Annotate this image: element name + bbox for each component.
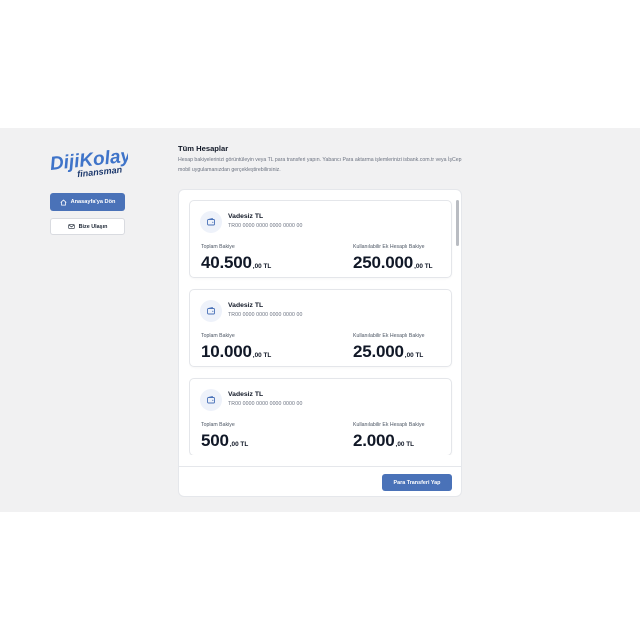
home-icon (60, 199, 67, 206)
balance-decimal: ,00 TL (252, 352, 272, 359)
panel-divider (179, 466, 461, 467)
credit-amount: 25.000,00 TL (353, 342, 423, 362)
credit-label: Kullanılabilir Ek Hesaplı Bakiye (353, 333, 425, 339)
credit-amount: 250.000,00 TL (353, 253, 433, 273)
account-card[interactable]: Vadesiz TL TR00 0000 0000 0000 0000 00 T… (189, 378, 452, 455)
page-description: Hesap bakiyelerinizi görüntüleyin veya T… (178, 157, 462, 173)
balance-decimal: ,00 TL (229, 441, 249, 448)
contact-button[interactable]: Bize Ulaşın (50, 218, 125, 235)
account-name: Vadesiz TL (228, 213, 264, 220)
account-iban: TR00 0000 0000 0000 0000 00 (228, 312, 303, 318)
account-iban: TR00 0000 0000 0000 0000 00 (228, 223, 303, 229)
account-name: Vadesiz TL (228, 391, 264, 398)
credit-decimal: ,00 TL (414, 263, 433, 270)
credit-integer: 25.000 (353, 342, 404, 361)
credit-decimal: ,00 TL (404, 352, 424, 359)
wallet-icon (200, 300, 222, 322)
accounts-panel: Vadesiz TL TR00 0000 0000 0000 0000 00 T… (178, 189, 462, 497)
contact-button-label: Bize Ulaşın (78, 223, 108, 230)
scrollbar[interactable] (456, 198, 459, 456)
scrollbar-thumb[interactable] (456, 200, 459, 246)
home-button-label: Anasayfa'ya Dön (70, 199, 116, 205)
balance-amount: 500,00 TL (201, 431, 248, 451)
balance-label: Toplam Bakiye (201, 244, 235, 250)
accounts-list[interactable]: Vadesiz TL TR00 0000 0000 0000 0000 00 T… (189, 200, 453, 455)
home-button[interactable]: Anasayfa'ya Dön (50, 193, 125, 211)
transfer-button[interactable]: Para Transferi Yap (382, 474, 452, 491)
credit-integer: 2.000 (353, 431, 395, 450)
wallet-icon (200, 211, 222, 233)
credit-decimal: ,00 TL (395, 441, 415, 448)
credit-label: Kullanılabilir Ek Hesaplı Bakiye (353, 244, 425, 250)
account-name: Vadesiz TL (228, 302, 264, 309)
credit-integer: 250.000 (353, 253, 414, 272)
credit-amount: 2.000,00 TL (353, 431, 414, 451)
account-card[interactable]: Vadesiz TL TR00 0000 0000 0000 0000 00 T… (189, 289, 452, 367)
page-title: Tüm Hesaplar (178, 144, 229, 153)
balance-integer: 40.500 (201, 253, 252, 272)
balance-label: Toplam Bakiye (201, 333, 235, 339)
balance-decimal: ,00 TL (252, 263, 272, 270)
balance-integer: 10.000 (201, 342, 252, 361)
account-iban: TR00 0000 0000 0000 0000 00 (228, 401, 303, 407)
app-viewport: DijiKolay finansman Anasayfa'ya Dön Bize… (0, 128, 640, 512)
balance-amount: 40.500,00 TL (201, 253, 271, 273)
balance-amount: 10.000,00 TL (201, 342, 271, 362)
credit-label: Kullanılabilir Ek Hesaplı Bakiye (353, 422, 425, 428)
wallet-icon (200, 389, 222, 411)
account-card[interactable]: Vadesiz TL TR00 0000 0000 0000 0000 00 T… (189, 200, 452, 278)
dijikolay-logo[interactable]: DijiKolay finansman (48, 142, 133, 182)
balance-integer: 500 (201, 431, 229, 450)
balance-label: Toplam Bakiye (201, 422, 235, 428)
mail-icon (67, 224, 75, 229)
